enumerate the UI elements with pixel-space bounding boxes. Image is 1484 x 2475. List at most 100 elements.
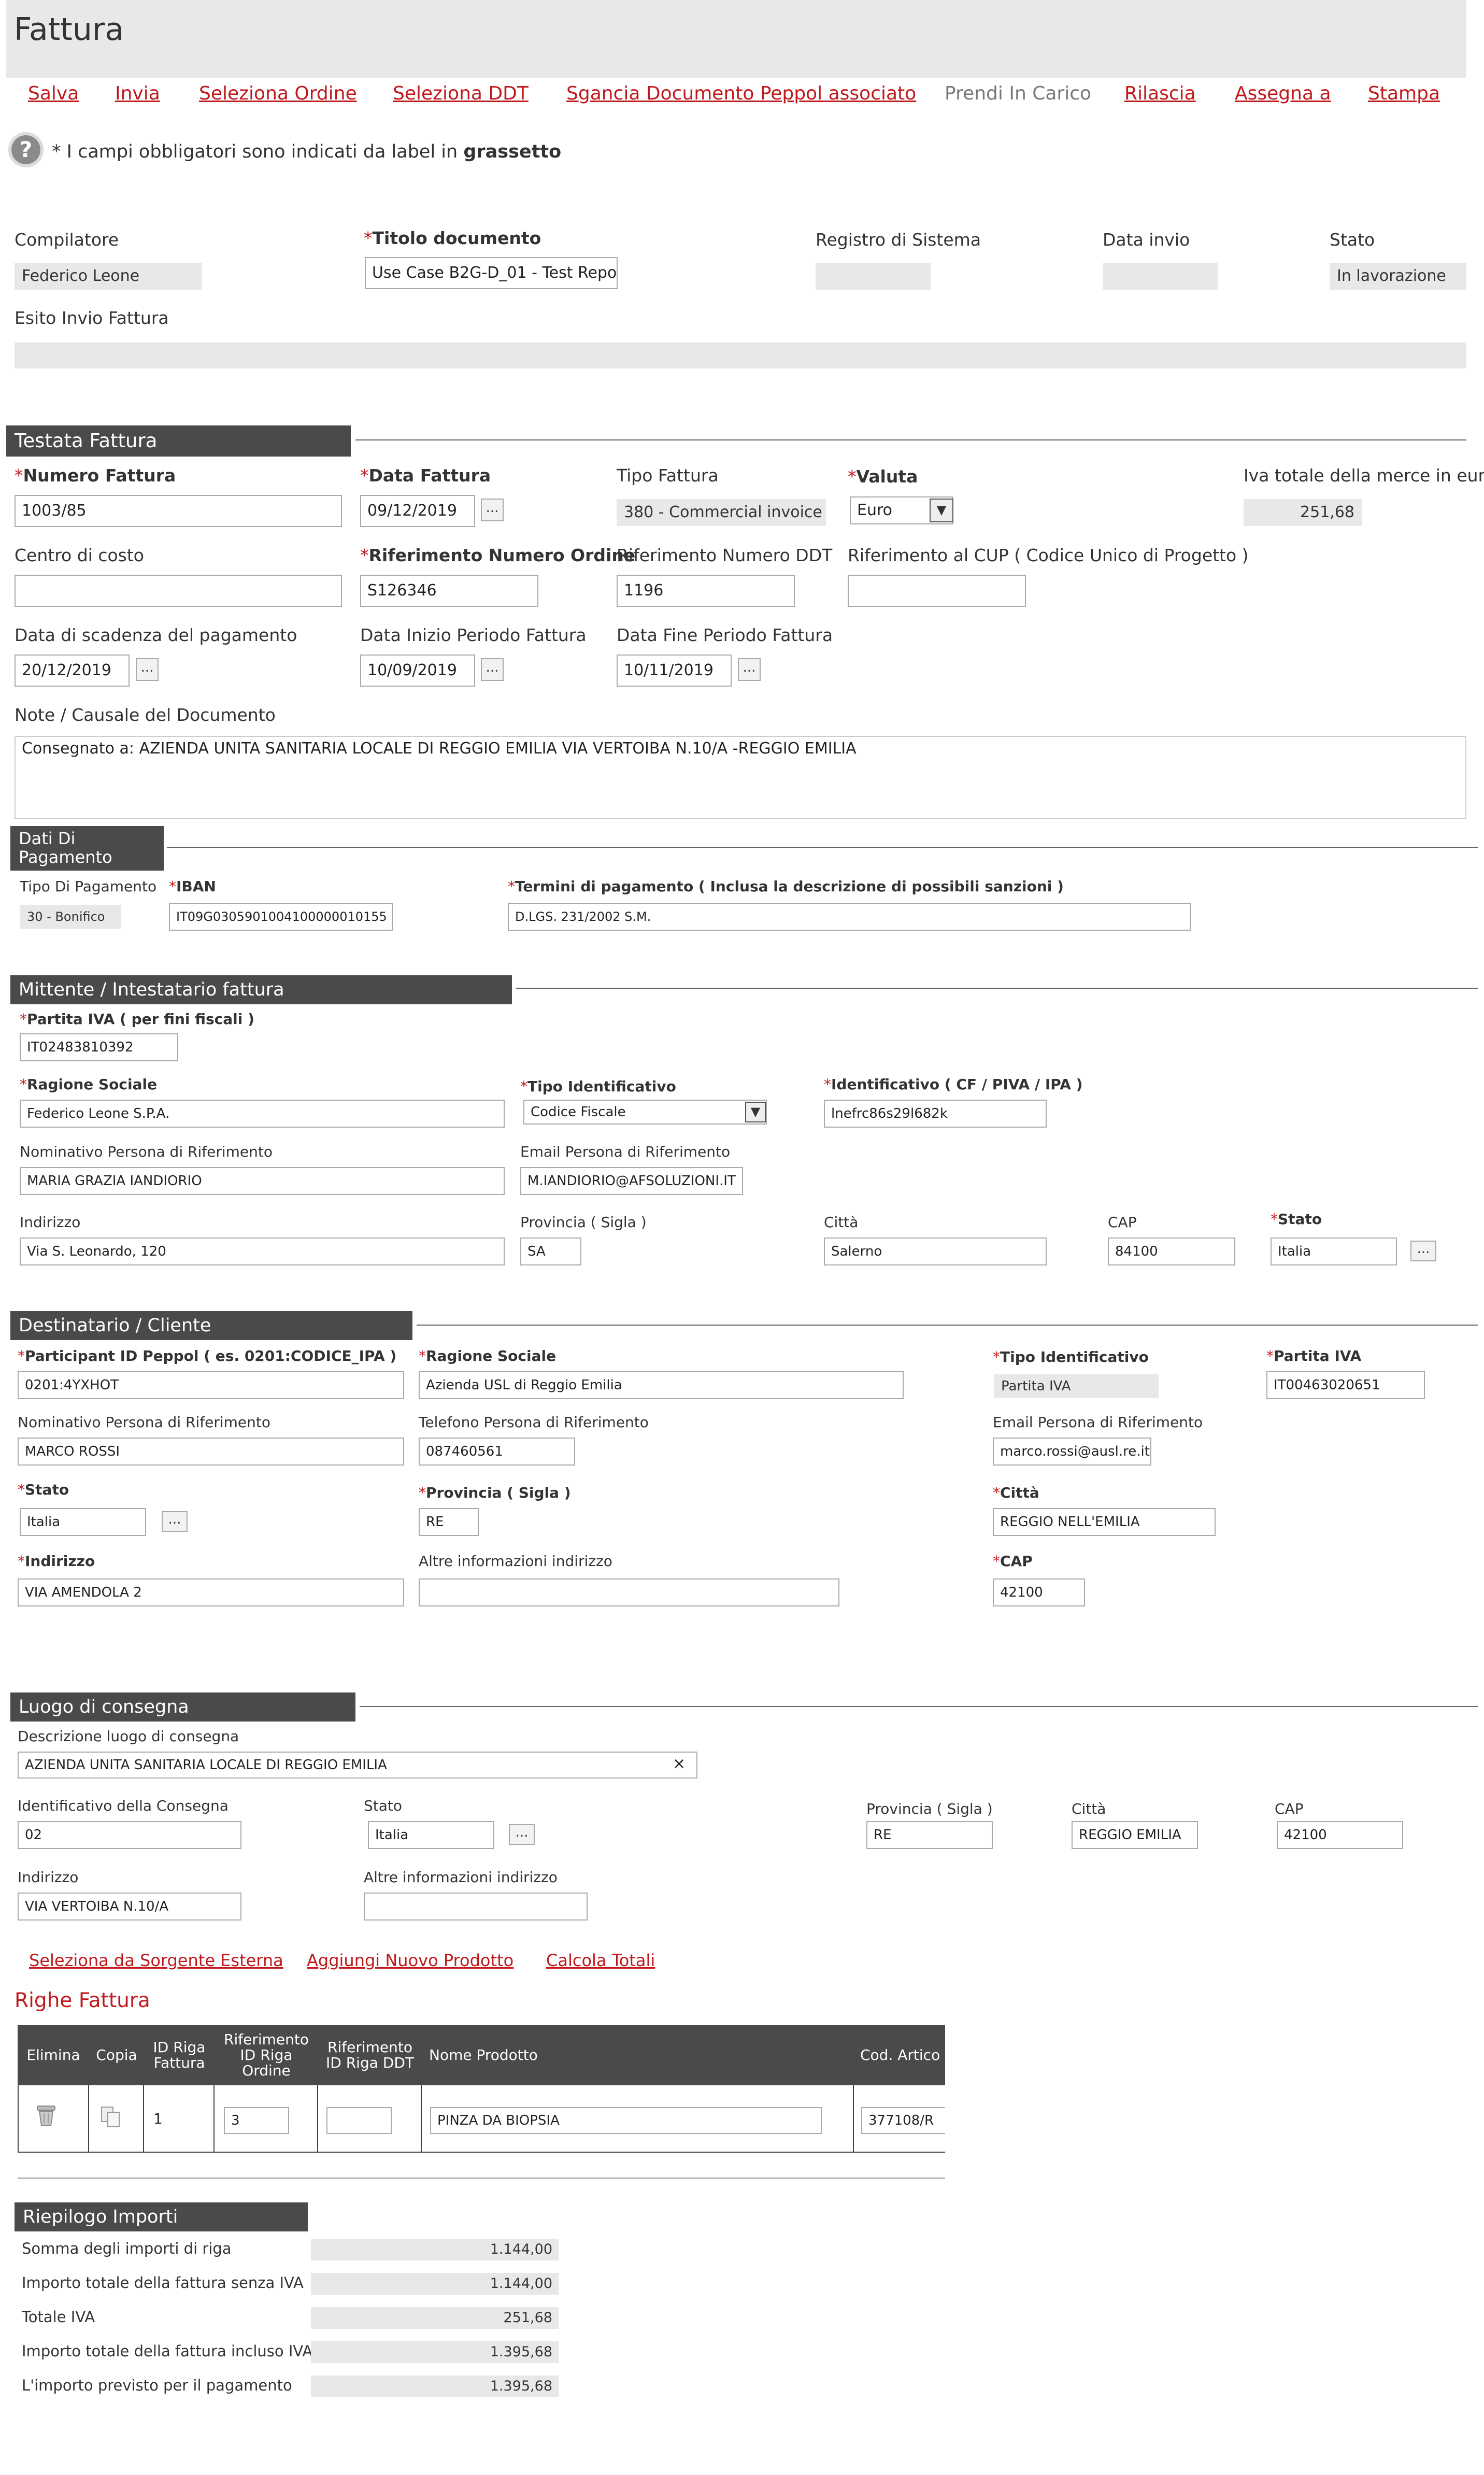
sorgente-esterna-link[interactable]: Seleziona da Sorgente Esterna xyxy=(29,1951,283,1970)
mittente-provincia-input[interactable]: SA xyxy=(520,1238,581,1265)
dest-telefono-label: Telefono Persona di Riferimento xyxy=(419,1414,649,1431)
required-note: * I campi obbligatori sono indicati da l… xyxy=(52,141,562,162)
mittente-citta-input[interactable]: Salerno xyxy=(824,1238,1047,1265)
consegna-citta-label: Città xyxy=(1072,1800,1106,1817)
assegna-link[interactable]: Assegna a xyxy=(1235,83,1331,104)
mittente-email-input[interactable]: M.IANDIORIO@AFSOLUZIONI.IT xyxy=(520,1167,743,1195)
consegna-altre-label: Altre informazioni indirizzo xyxy=(364,1869,558,1886)
consegna-ident-input[interactable]: 02 xyxy=(18,1821,241,1849)
scadenza-label: Data di scadenza del pagamento xyxy=(15,625,297,645)
sgancia-peppol-link[interactable]: Sgancia Documento Peppol associato xyxy=(566,83,916,104)
trash-icon[interactable] xyxy=(35,2104,57,2128)
mittente-nominativo-input[interactable]: MARIA GRAZIA IANDIORIO xyxy=(20,1167,505,1195)
peppol-label: *Participant ID Peppol ( es. 0201:CODICE… xyxy=(18,1347,397,1364)
registro-label: Registro di Sistema xyxy=(816,230,981,250)
mittente-provincia-label: Provincia ( Sigla ) xyxy=(520,1214,647,1231)
chevron-down-icon[interactable]: ▼ xyxy=(930,499,953,522)
dest-email-input[interactable]: marco.rossi@ausl.re.it xyxy=(993,1438,1151,1466)
termini-input[interactable]: D.LGS. 231/2002 S.M. xyxy=(508,903,1191,931)
inizio-label: Data Inizio Periodo Fattura xyxy=(360,625,587,645)
mittente-ident-input[interactable]: lnefrc86s29l682k xyxy=(824,1100,1047,1128)
riga-nome-prodotto-input[interactable]: PINZA DA BIOPSIA xyxy=(430,2107,822,2134)
stampa-link[interactable]: Stampa xyxy=(1368,83,1440,104)
consegna-ident-label: Identificativo della Consegna xyxy=(18,1797,229,1814)
consegna-stato-input[interactable]: Italia xyxy=(368,1821,494,1849)
scadenza-input[interactable]: 20/12/2019 xyxy=(15,655,130,687)
dest-nominativo-input[interactable]: MARCO ROSSI xyxy=(18,1438,404,1466)
col-id-riga: ID Riga Fattura xyxy=(144,2025,215,2085)
cup-input[interactable] xyxy=(848,575,1026,607)
mittente-stato-input[interactable]: Italia xyxy=(1271,1238,1397,1265)
calcola-totali-link[interactable]: Calcola Totali xyxy=(546,1951,655,1970)
dest-indirizzo-input[interactable]: VIA AMENDOLA 2 xyxy=(18,1578,404,1606)
consegna-cap-input[interactable]: 42100 xyxy=(1277,1821,1403,1849)
aggiungi-prodotto-link[interactable]: Aggiungi Nuovo Prodotto xyxy=(307,1951,513,1970)
dest-altre-input[interactable] xyxy=(419,1578,839,1606)
copy-icon[interactable] xyxy=(99,2105,122,2129)
dest-telefono-input[interactable]: 087460561 xyxy=(419,1438,575,1466)
numero-input[interactable]: 1003/85 xyxy=(15,495,342,527)
titolo-input[interactable]: Use Case B2G-D_01 - Test Repor xyxy=(365,257,618,289)
rilascia-link[interactable]: Rilascia xyxy=(1124,83,1196,104)
iban-input[interactable]: IT09G0305901004100000010155 xyxy=(169,903,393,931)
riepilogo-label: L'importo previsto per il pagamento xyxy=(22,2377,292,2394)
riga-cod-articolo-input[interactable]: 377108/R xyxy=(861,2107,945,2134)
consegna-indirizzo-input[interactable]: VIA VERTOIBA N.10/A xyxy=(18,1893,241,1921)
riepilogo-value: 1.144,00 xyxy=(311,2273,559,2295)
dest-ragione-label: *Ragione Sociale xyxy=(419,1347,556,1364)
dest-stato-input[interactable]: Italia xyxy=(20,1508,146,1536)
fine-picker-button[interactable]: ... xyxy=(738,658,761,681)
inizio-input[interactable]: 10/09/2019 xyxy=(360,655,475,687)
riepilogo-value: 1.144,00 xyxy=(311,2239,559,2260)
data-fattura-input[interactable]: 09/12/2019 xyxy=(360,495,475,527)
riepilogo-label: Totale IVA xyxy=(22,2308,95,2326)
scadenza-picker-button[interactable]: ... xyxy=(136,658,159,681)
riepilogo-value: 1.395,68 xyxy=(311,2341,559,2363)
riga-rif-ddt-input[interactable] xyxy=(326,2107,392,2134)
mittente-stato-picker-button[interactable]: ... xyxy=(1410,1241,1436,1261)
righe-title: Righe Fattura xyxy=(15,1989,150,2012)
mittente-cap-input[interactable]: 84100 xyxy=(1108,1238,1235,1265)
consegna-stato-picker-button[interactable]: ... xyxy=(509,1824,535,1845)
dest-citta-input[interactable]: REGGIO NELL'EMILIA xyxy=(993,1508,1216,1536)
question-icon[interactable]: ? xyxy=(8,132,44,167)
rif-ordine-input[interactable]: S126346 xyxy=(360,575,538,607)
dest-stato-picker-button[interactable]: ... xyxy=(162,1511,188,1532)
peppol-input[interactable]: 0201:4YXHOT xyxy=(18,1371,404,1399)
inizio-picker-button[interactable]: ... xyxy=(481,658,504,681)
consegna-indirizzo-label: Indirizzo xyxy=(18,1869,79,1886)
consegna-altre-input[interactable] xyxy=(364,1893,588,1921)
dest-piva-input[interactable]: IT00463020651 xyxy=(1266,1371,1425,1399)
consegna-provincia-input[interactable]: RE xyxy=(866,1821,993,1849)
section-divider xyxy=(417,1325,1478,1326)
termini-label: *Termini di pagamento ( Inclusa la descr… xyxy=(508,878,1064,895)
rif-ddt-input[interactable]: 1196 xyxy=(617,575,795,607)
note-textarea[interactable]: Consegnato a: AZIENDA UNITA SANITARIA LO… xyxy=(15,736,1466,819)
tipo-fattura-label: Tipo Fattura xyxy=(617,465,719,486)
tipo-pagamento-value: 30 - Bonifico xyxy=(20,905,121,929)
dest-stato-label: *Stato xyxy=(18,1481,69,1498)
mittente-ragione-input[interactable]: Federico Leone S.P.A. xyxy=(20,1100,505,1128)
registro-value xyxy=(816,263,931,290)
consegna-descr-input[interactable]: AZIENDA UNITA SANITARIA LOCALE DI REGGIO… xyxy=(18,1752,697,1779)
col-nome-prodotto: Nome Prodotto xyxy=(422,2025,854,2085)
salva-link[interactable]: Salva xyxy=(28,83,79,104)
mittente-indirizzo-input[interactable]: Via S. Leonardo, 120 xyxy=(20,1238,505,1265)
mittente-piva-input[interactable]: IT02483810392 xyxy=(20,1033,178,1061)
clear-icon[interactable]: × xyxy=(673,1755,686,1773)
dest-provincia-input[interactable]: RE xyxy=(419,1508,479,1536)
consegna-citta-input[interactable]: REGGIO EMILIA xyxy=(1072,1821,1198,1849)
dest-nominativo-label: Nominativo Persona di Riferimento xyxy=(18,1414,270,1431)
seleziona-ordine-link[interactable]: Seleziona Ordine xyxy=(199,83,357,104)
dest-cap-input[interactable]: 42100 xyxy=(993,1578,1085,1606)
data-fattura-picker-button[interactable]: ... xyxy=(481,499,504,521)
dest-ragione-input[interactable]: Azienda USL di Reggio Emilia xyxy=(419,1371,904,1399)
seleziona-ddt-link[interactable]: Seleziona DDT xyxy=(393,83,529,104)
riga-rif-ordine-input[interactable]: 3 xyxy=(224,2107,289,2134)
mittente-tipo-id-select[interactable]: Codice Fiscale xyxy=(523,1100,767,1125)
tipo-fattura-value: 380 - Commercial invoice xyxy=(617,499,826,526)
centro-costo-input[interactable] xyxy=(15,575,342,607)
chevron-down-icon[interactable]: ▼ xyxy=(745,1102,766,1122)
invia-link[interactable]: Invia xyxy=(115,83,160,104)
fine-input[interactable]: 10/11/2019 xyxy=(617,655,732,687)
